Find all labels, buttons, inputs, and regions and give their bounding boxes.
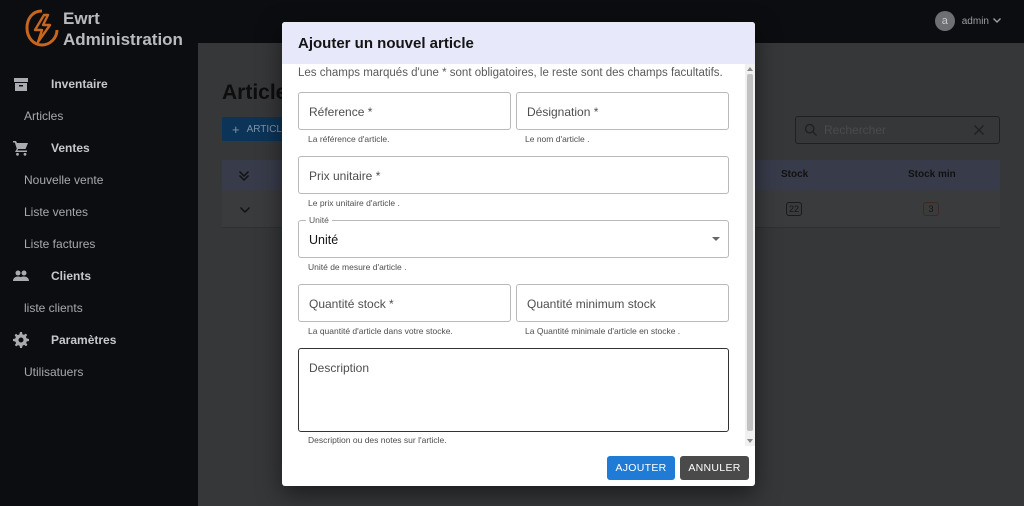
designation-input[interactable]: Désignation *: [516, 92, 729, 130]
nav-section-inventaire-label: Inventaire: [51, 77, 108, 91]
reference-helper: La référence d'article.: [308, 134, 390, 144]
plus-icon: +: [232, 121, 240, 137]
page-title: Article: [222, 81, 288, 104]
quantite-minimum-placeholder: Quantité minimum stock: [527, 297, 656, 311]
dropdown-arrow-icon: [712, 237, 720, 241]
description-helper: Description ou des notes sur l'article.: [308, 435, 447, 445]
sidebar-item-nouvelle-vente[interactable]: Nouvelle vente: [0, 164, 198, 196]
user-menu[interactable]: a admin: [934, 11, 1002, 31]
sidebar-item-liste-ventes[interactable]: Liste ventes: [0, 196, 198, 228]
add-article-dialog: Ajouter un nouvel article Les champs mar…: [282, 22, 755, 486]
unite-select[interactable]: Unité Unité: [298, 215, 729, 258]
annuler-button[interactable]: ANNULER: [680, 456, 749, 480]
add-article-label: ARTICL: [246, 123, 282, 135]
scroll-up-icon[interactable]: [747, 67, 753, 71]
user-name: admin: [961, 15, 989, 27]
sidebar-nav: Inventaire Articles Ventes Nouvelle vent…: [0, 68, 198, 388]
quantite-minimum-input[interactable]: Quantité minimum stock: [516, 284, 729, 322]
gear-icon: [13, 332, 29, 348]
stock-badge: 22: [786, 202, 802, 216]
dialog-title: Ajouter un nouvel article: [282, 22, 755, 64]
scroll-down-icon[interactable]: [747, 439, 753, 443]
reference-placeholder: Réference *: [309, 105, 373, 119]
quantite-stock-helper: La quantité d'article dans votre stocke.: [308, 326, 453, 336]
nav-section-ventes-label: Ventes: [51, 141, 90, 155]
ajouter-button[interactable]: AJOUTER: [607, 456, 675, 480]
sidebar-item-liste-factures[interactable]: Liste factures: [0, 228, 198, 260]
unite-helper: Unité de mesure d'article .: [308, 262, 407, 272]
prix-unitaire-helper: Le prix unitaire d'article .: [308, 198, 400, 208]
designation-placeholder: Désignation *: [527, 105, 599, 119]
dialog-body: Les champs marqués d'une * sont obligato…: [282, 64, 747, 446]
stock-min-badge: 3: [923, 202, 939, 216]
search-placeholder: Rechercher: [824, 123, 887, 137]
nav-section-parametres[interactable]: Paramètres: [0, 324, 198, 356]
dialog-footer: AJOUTER ANNULER: [282, 446, 755, 486]
search-input[interactable]: Rechercher: [795, 116, 1000, 144]
description-placeholder: Description: [309, 361, 370, 375]
brand[interactable]: Ewrt Administration: [24, 8, 183, 50]
prix-unitaire-input[interactable]: Prix unitaire *: [298, 156, 729, 194]
quantite-stock-placeholder: Quantité stock *: [309, 297, 394, 311]
sidebar-item-articles[interactable]: Articles: [0, 100, 198, 132]
cart-icon: [13, 141, 28, 156]
reference-input[interactable]: Réference *: [298, 92, 511, 130]
brand-line1: Ewrt: [63, 9, 100, 28]
column-stock[interactable]: Stock: [781, 169, 808, 180]
sidebar: Ewrt Administration Inventaire Articles …: [0, 0, 198, 506]
chevron-down-icon[interactable]: [239, 203, 251, 215]
column-stock-min[interactable]: Stock min: [908, 169, 956, 180]
scroll-thumb[interactable]: [747, 74, 753, 431]
brand-line2: Administration: [63, 30, 183, 49]
quantite-minimum-helper: La Quantité minimale d'article en stocke…: [525, 326, 681, 336]
unite-value: Unité: [309, 233, 339, 247]
quantite-stock-input[interactable]: Quantité stock *: [298, 284, 511, 322]
chevron-down-icon: [993, 18, 1001, 23]
close-icon[interactable]: [973, 124, 985, 136]
unite-label: Unité: [306, 215, 332, 225]
designation-helper: Le nom d'article .: [525, 134, 590, 144]
double-chevron-down-icon[interactable]: [238, 169, 250, 181]
people-icon: [13, 270, 29, 281]
dialog-scrollbar[interactable]: [745, 64, 755, 446]
prix-unitaire-placeholder: Prix unitaire *: [309, 169, 381, 183]
nav-section-clients[interactable]: Clients: [0, 260, 198, 292]
brand-logo-icon: [25, 9, 59, 47]
sidebar-item-liste-clients[interactable]: liste clients: [0, 292, 198, 324]
sidebar-item-utilisateurs[interactable]: Utilisatuers: [0, 356, 198, 388]
nav-section-clients-label: Clients: [51, 269, 92, 283]
nav-section-inventaire[interactable]: Inventaire: [0, 68, 198, 100]
description-textarea[interactable]: Description: [298, 348, 729, 432]
avatar: a: [934, 11, 955, 31]
search-icon: [804, 123, 818, 137]
nav-section-ventes[interactable]: Ventes: [0, 132, 198, 164]
archive-icon: [14, 78, 28, 91]
required-fields-hint: Les champs marqués d'une * sont obligato…: [298, 67, 723, 79]
nav-section-parametres-label: Paramètres: [51, 333, 117, 347]
